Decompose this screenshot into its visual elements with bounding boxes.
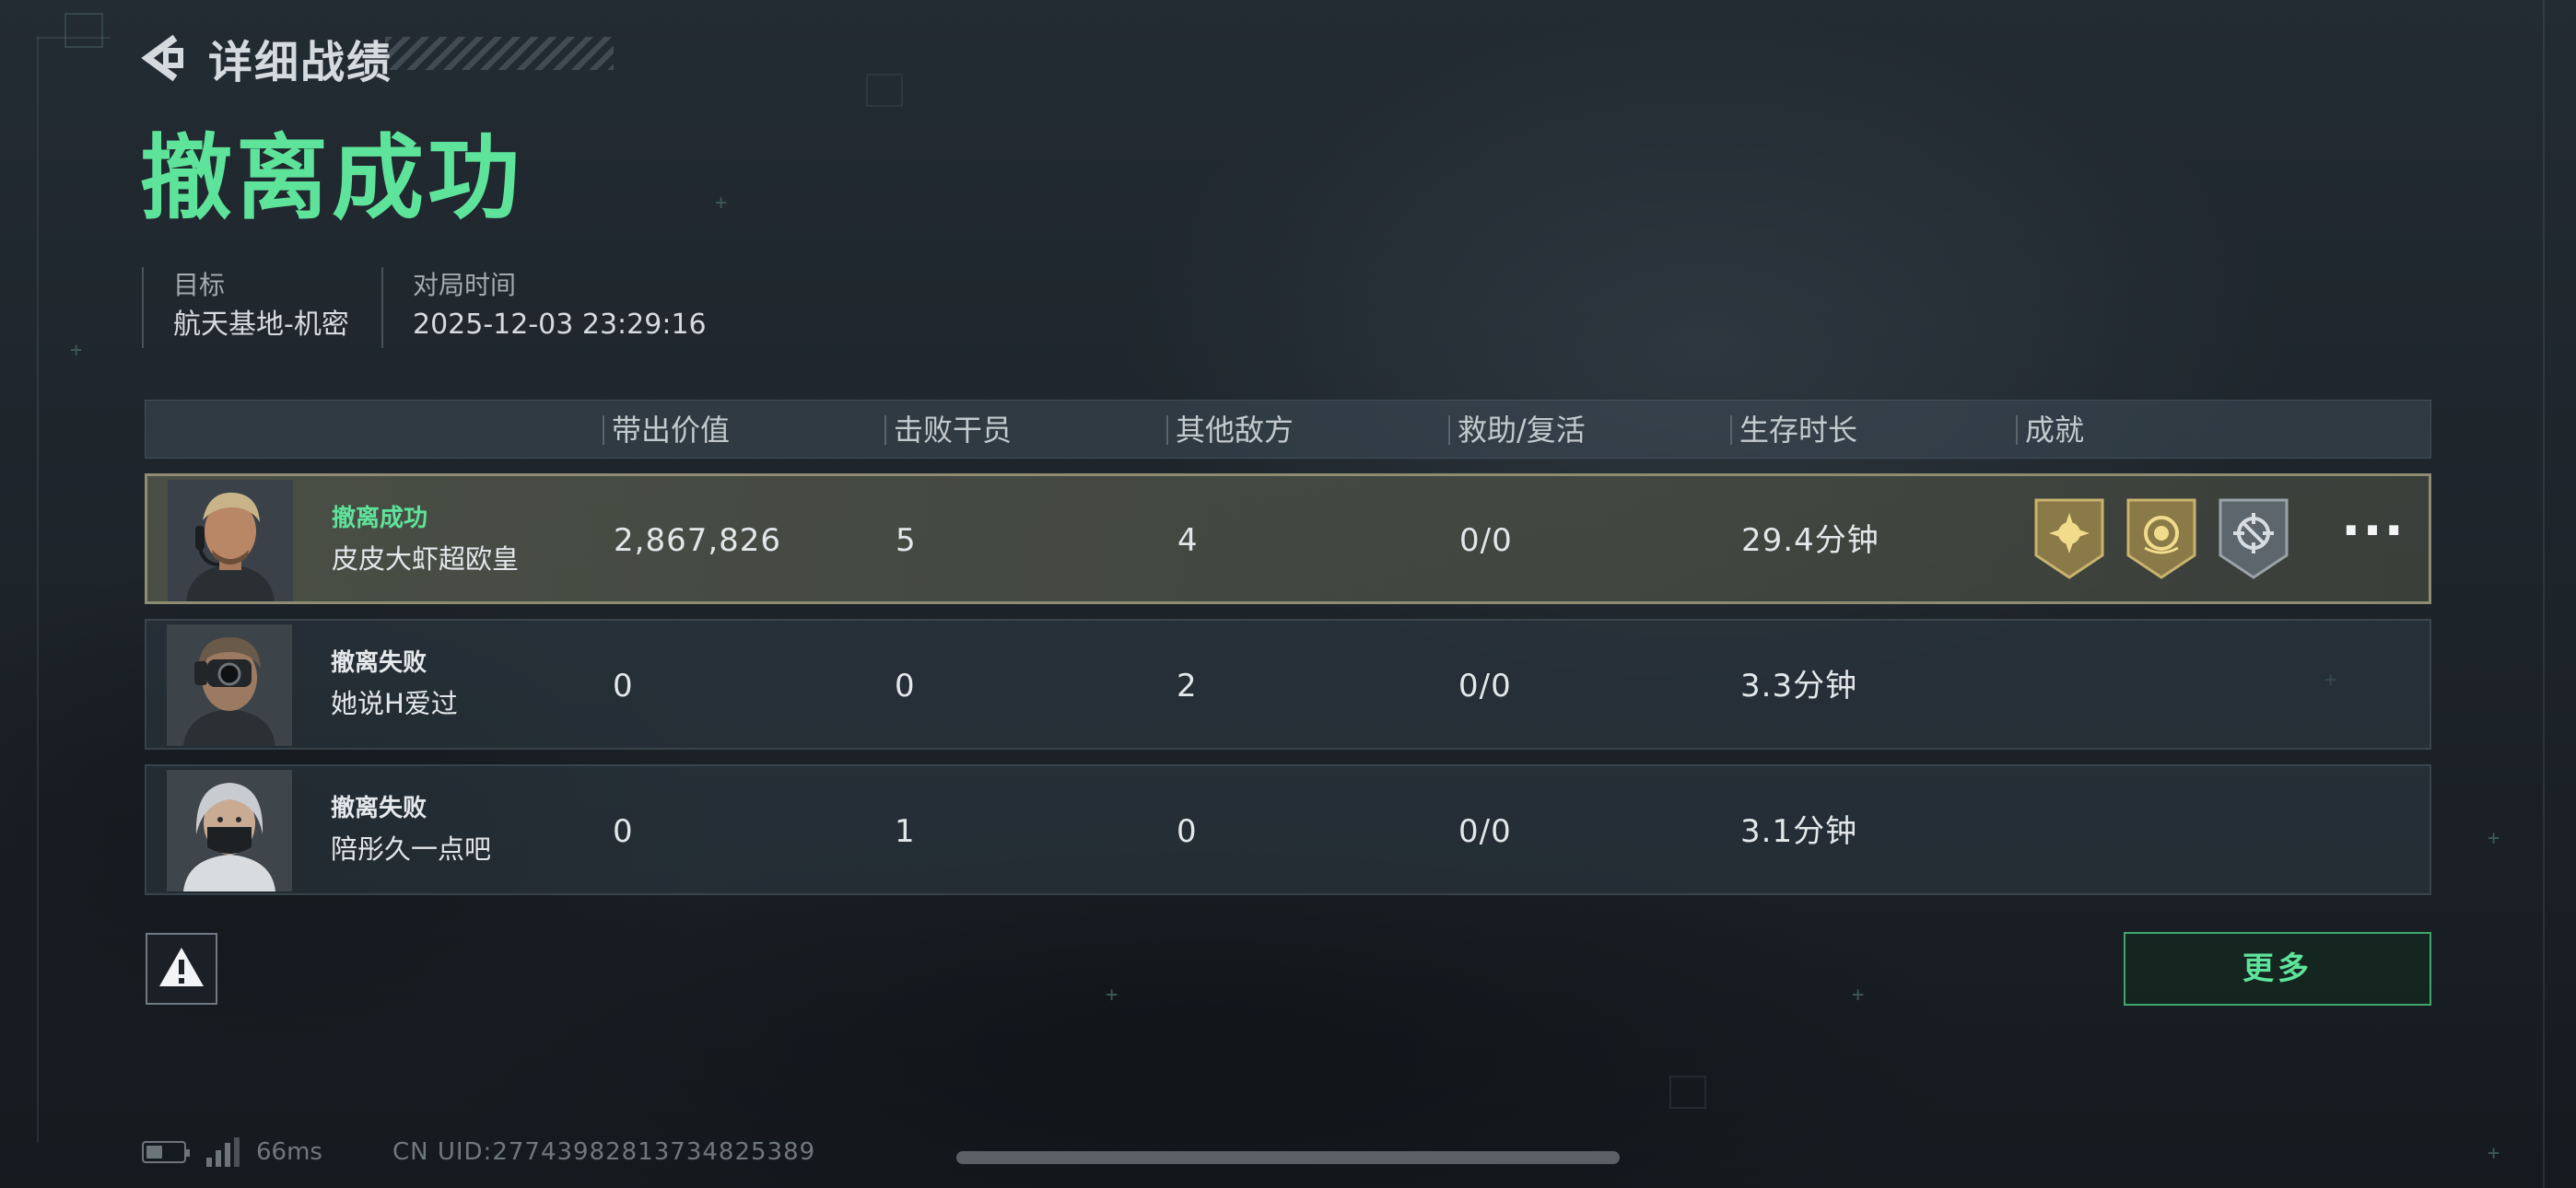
target-value: 航天基地-机密 (173, 309, 349, 341)
column-header-assist-revive: 救助/复活 (1448, 401, 1586, 460)
extraction-status: 撤离失败 (331, 649, 427, 677)
match-time-info: 对局时间 2025-12-03 23:29:16 (381, 267, 707, 348)
player-name: 她说H爱过 (331, 688, 458, 719)
kills-count: 0 (895, 668, 916, 705)
extracted-value: 0 (613, 668, 634, 705)
extracted-value: 0 (613, 813, 634, 850)
user-uid: CN UID:27743982813734825389 (392, 1138, 816, 1166)
table-header: 带出价值 击败干员 其他敌方 救助/复活 生存时长 成就 (145, 400, 2431, 459)
frame-line-left (37, 37, 39, 1142)
frame-square (866, 74, 903, 107)
crosshair-mark: + (70, 339, 83, 362)
frame-square (64, 13, 103, 48)
assist-revive-count: 0/0 (1459, 522, 1513, 559)
result-title: 撤离成功 (140, 124, 523, 232)
title-hatch-decoration (385, 37, 614, 70)
player-avatar (167, 624, 292, 746)
player-name: 皮皮大虾超欧皇 (332, 543, 520, 575)
warning-icon (158, 945, 205, 993)
report-button[interactable] (146, 933, 217, 1005)
achievement-badges (2032, 496, 2290, 581)
ping-value: 66ms (256, 1138, 322, 1166)
battery-icon (142, 1141, 190, 1163)
survival-time: 3.1分钟 (1740, 813, 1858, 850)
extraction-status: 撤离成功 (332, 505, 428, 532)
player-avatar (167, 770, 292, 891)
page-title: 详细战绩 (208, 37, 393, 88)
row-more-options-button[interactable]: ··· (2340, 476, 2406, 605)
column-header-value: 带出价值 (603, 401, 730, 460)
survival-time: 29.4分钟 (1741, 522, 1879, 559)
table-row[interactable]: 撤离失败 她说H爱过 0 0 2 0/0 3.3分钟 (145, 619, 2431, 750)
crosshair-mark: + (715, 192, 728, 215)
extraction-status: 撤离失败 (331, 795, 427, 822)
target-label: 目标 (173, 270, 226, 300)
assist-revive-count: 0/0 (1458, 813, 1512, 850)
signal-icon (206, 1137, 240, 1167)
assist-revive-count: 0/0 (1458, 668, 1512, 705)
kills-count: 5 (896, 522, 917, 559)
crosshair-mark: + (2488, 1142, 2500, 1165)
frame-corner-top (37, 37, 111, 39)
other-enemies-count: 4 (1177, 522, 1199, 559)
crest-emblem-badge-icon[interactable] (2125, 496, 2198, 581)
back-arrow-icon (138, 32, 186, 84)
kills-count: 1 (895, 813, 916, 850)
status-footer: 66ms CN UID:27743982813734825389 (142, 1137, 816, 1167)
more-button[interactable]: 更多 (2124, 932, 2431, 1006)
match-time-value: 2025-12-03 23:29:16 (413, 309, 707, 341)
frame-line-right (2543, 0, 2545, 1188)
column-header-achievements: 成就 (2016, 401, 2084, 460)
frame-square (1669, 1076, 1706, 1109)
player-avatar (168, 480, 293, 601)
crosshair-emblem-badge-icon[interactable] (2217, 496, 2290, 581)
crosshair-mark: + (1852, 984, 1865, 1007)
crosshair-mark: + (2488, 827, 2500, 850)
sun-emblem-badge-icon[interactable] (2032, 496, 2106, 581)
back-button[interactable]: 详细战绩 (138, 26, 392, 90)
table-row[interactable]: 撤离失败 陪彤久一点吧 0 1 0 0/0 3.1分钟 (145, 764, 2431, 895)
target-info: 目标 航天基地-机密 (142, 267, 349, 348)
screen: + + + + + + + 详细战绩 撤离成功 目标 航天基地-机密 对局时间 … (0, 0, 2576, 1188)
battery-level (146, 1146, 162, 1159)
match-time-label: 对局时间 (413, 270, 517, 300)
player-name: 陪彤久一点吧 (331, 833, 492, 865)
column-header-survival: 生存时长 (1730, 401, 1857, 460)
home-indicator[interactable] (956, 1151, 1620, 1164)
other-enemies-count: 0 (1177, 813, 1198, 850)
extracted-value: 2,867,826 (614, 522, 782, 559)
column-header-kills: 击败干员 (884, 401, 1012, 460)
table-row[interactable]: 撤离成功 皮皮大虾超欧皇 2,867,826 5 4 0/0 29.4分钟 ··… (145, 473, 2431, 604)
column-header-other-enemies: 其他敌方 (1166, 401, 1294, 460)
survival-time: 3.3分钟 (1740, 668, 1858, 705)
stats-table: 带出价值 击败干员 其他敌方 救助/复活 生存时长 成就 撤离成功 皮皮大虾超欧… (145, 400, 2431, 895)
other-enemies-count: 2 (1177, 668, 1198, 705)
crosshair-mark: + (1106, 984, 1118, 1007)
